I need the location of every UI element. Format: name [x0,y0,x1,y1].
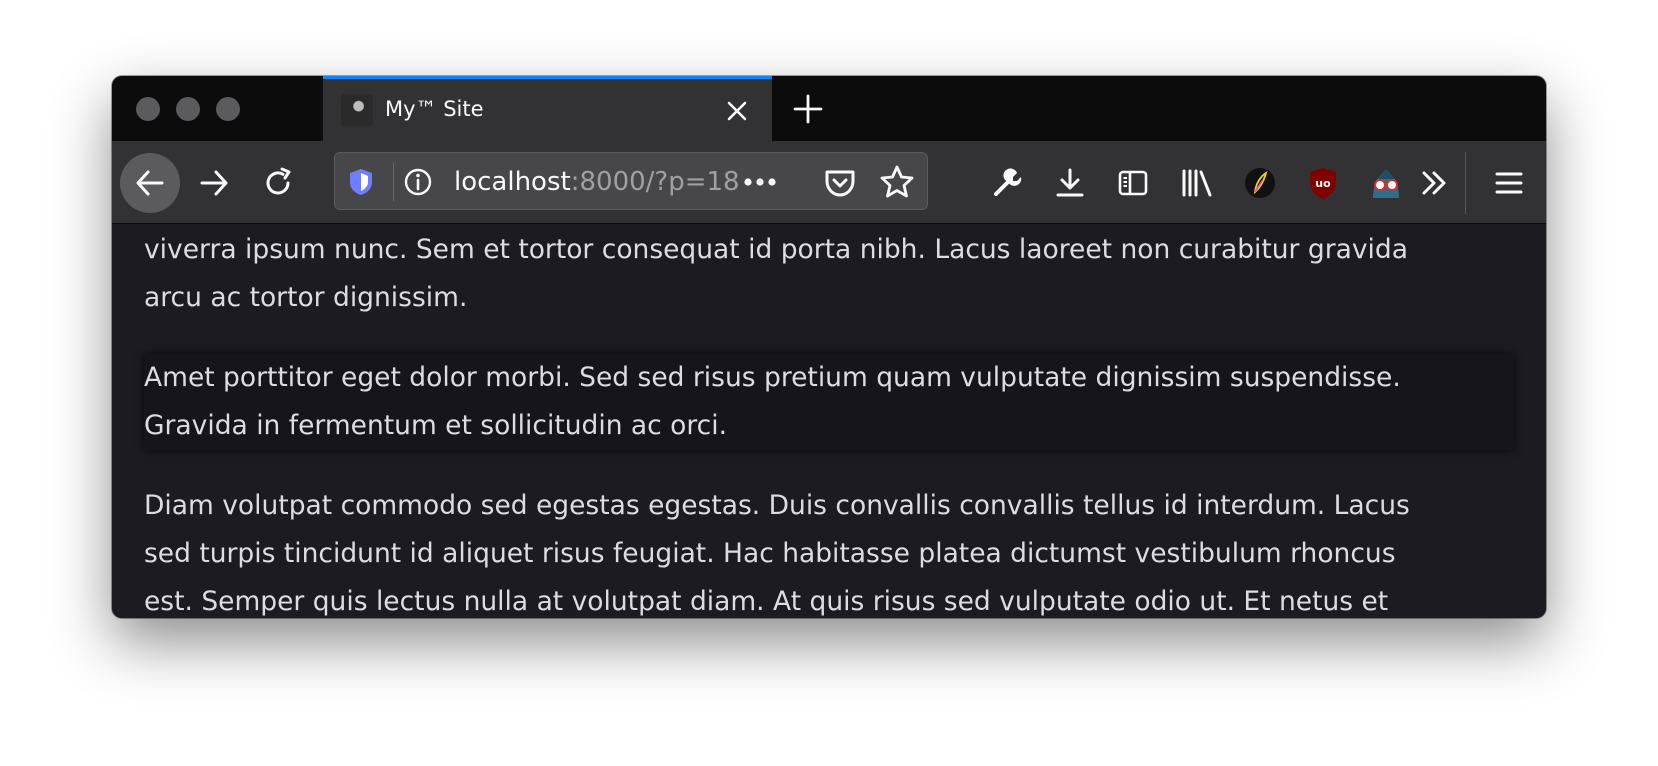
feather-extension-icon [1245,168,1275,198]
back-button[interactable] [120,153,180,213]
forward-arrow-icon [200,170,228,196]
new-tab-icon[interactable] [792,93,824,125]
zoom-window-button[interactable] [216,97,240,121]
tab-strip: My™ Site [112,76,1546,141]
library-button[interactable] [1167,153,1227,213]
url-bar[interactable]: localhost:8000/?p=18 [334,152,928,210]
spy-glasses-icon [1373,169,1399,198]
paragraph-3: Diam volutpat commodo sed egestas egesta… [144,490,1410,617]
url-text[interactable]: localhost:8000/?p=18 [454,167,740,197]
svg-text:uo: uo [1315,177,1331,190]
ublock-origin-button[interactable]: uo [1293,153,1353,213]
tab-title: My™ Site [385,97,484,121]
bookmark-star-icon[interactable] [879,164,915,200]
page-actions-icon[interactable] [743,175,777,189]
extension-feather-button[interactable] [1230,153,1290,213]
developer-tools-button[interactable] [977,153,1037,213]
wrench-icon [994,168,1022,196]
paragraph-1: viverra ipsum nunc. Sem et tortor conseq… [144,234,1408,313]
toolbar-divider [1465,152,1466,214]
overflow-menu-button[interactable] [1404,153,1464,213]
reload-button[interactable] [248,153,308,213]
browser-window: My™ Site uo localhost:8000/?p=18 viverra… [112,76,1546,618]
tab-active[interactable]: My™ Site [323,76,772,141]
minimize-window-button[interactable] [176,97,200,121]
page-content: viverra ipsum nunc. Sem et tortor conseq… [112,224,1546,618]
reload-icon [266,167,291,195]
pocket-icon[interactable] [823,165,857,199]
download-icon [1056,168,1084,197]
paragraph-2-highlighted: Amet porttitor eget dolor morbi. Sed sed… [144,354,1514,450]
url-path: :8000/?p=18 [570,167,740,197]
back-arrow-icon [136,170,164,196]
app-menu-button[interactable] [1479,153,1539,213]
chevron-double-right-icon [1422,171,1446,195]
downloads-button[interactable] [1040,153,1100,213]
info-icon[interactable] [403,167,433,197]
library-icon [1182,169,1212,197]
hamburger-menu-icon [1495,172,1523,194]
sidebar-icon [1118,170,1148,196]
forward-button[interactable] [184,153,244,213]
sidebar-toggle-button[interactable] [1103,153,1163,213]
url-bar-separator [393,163,394,201]
url-host: localhost [454,167,571,197]
shield-icon[interactable] [347,167,375,197]
close-tab-icon[interactable] [725,99,749,123]
close-window-button[interactable] [136,97,160,121]
portrait-favicon-icon [341,94,373,126]
ublock-shield-icon: uo [1310,168,1336,199]
